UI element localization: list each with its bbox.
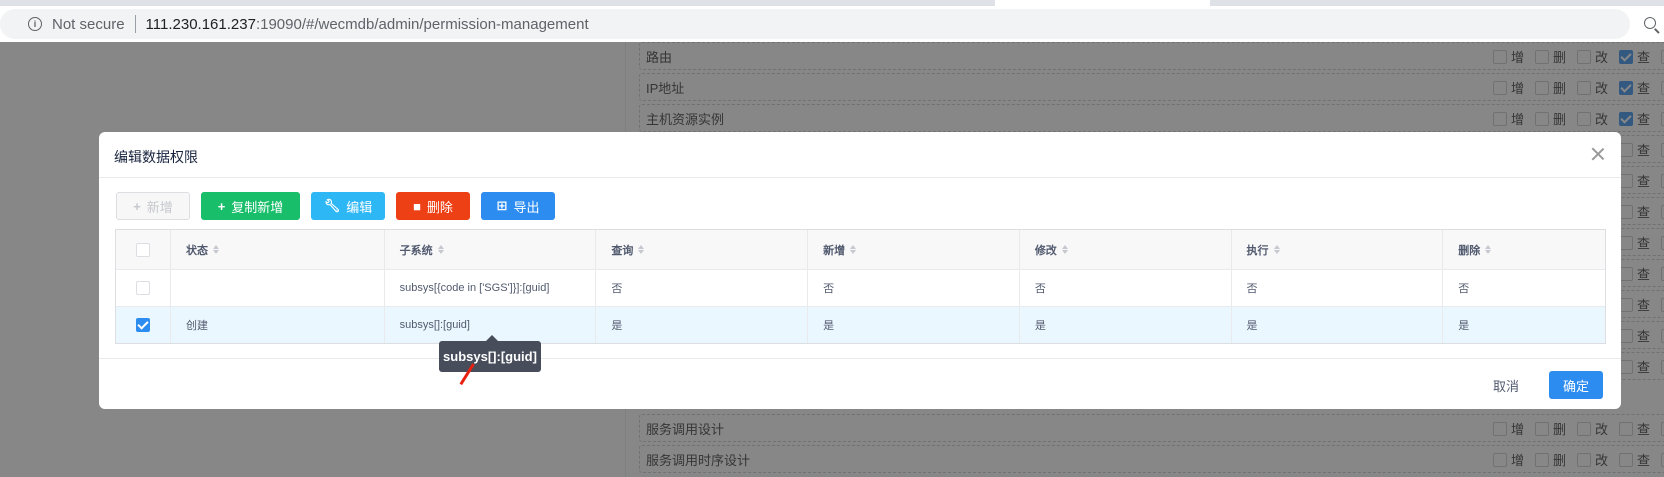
url-path: :19090/#/wecmdb/admin/permission-managem… [255, 15, 589, 33]
info-icon[interactable]: i [28, 17, 42, 31]
edit-button[interactable]: 🔧︎ 编辑 [311, 192, 385, 220]
column-label: 状态 [185, 244, 208, 257]
add-cell: 是 [808, 307, 1020, 343]
add-button[interactable]: + 新增 [116, 192, 190, 220]
plus-icon: + [217, 198, 226, 214]
column-header-query[interactable]: 查询 [596, 230, 809, 269]
row-select-cell [116, 307, 171, 343]
column-header-delete[interactable]: 删除 [1443, 230, 1605, 269]
sort-icon[interactable] [1061, 245, 1068, 254]
security-label: Not secure [52, 15, 125, 33]
modify-cell: 是 [1020, 307, 1232, 343]
modal-title: 编辑数据权限 [114, 149, 198, 165]
column-label: 删除 [1458, 244, 1481, 257]
column-label: 子系统 [399, 244, 433, 257]
export-icon: ⊞ [496, 198, 508, 213]
modal-header: 编辑数据权限 [99, 132, 1621, 178]
modify-cell: 否 [1020, 270, 1232, 306]
column-label: 执行 [1246, 244, 1269, 257]
sort-icon[interactable] [638, 245, 645, 254]
select-all-checkbox[interactable] [136, 242, 150, 257]
query-cell: 是 [596, 307, 809, 343]
delete-cell: 否 [1458, 283, 1470, 295]
copy-add-button-label: 复制新增 [231, 199, 284, 215]
subsystem-tooltip: subsys[]:[guid] [439, 335, 541, 372]
search-icon[interactable] [1644, 17, 1656, 29]
trash-icon: ■ [413, 198, 421, 214]
column-label: 修改 [1034, 244, 1057, 257]
row-checkbox[interactable] [136, 318, 150, 332]
table-header: 状态 子系统 查询 新增 修改 执行 删除 [116, 230, 1605, 270]
sort-icon[interactable] [1485, 245, 1492, 254]
edit-data-permission-modal: 编辑数据权限 + 新增 + 复制新增 🔧︎ 编辑 ■ 删除 ⊞ 导出 状态 子系… [99, 132, 1621, 409]
row-checkbox[interactable] [136, 281, 150, 295]
column-label: 查询 [611, 244, 634, 257]
table-row[interactable]: subsys[{code in ['SGS']}]:[guid] 否 否 否 否… [116, 270, 1605, 307]
url-separator [134, 15, 136, 33]
column-header-modify[interactable]: 修改 [1020, 230, 1232, 269]
edit-button-label: 编辑 [346, 199, 373, 215]
copy-add-button[interactable]: + 复制新增 [201, 192, 300, 220]
execute-cell: 是 [1232, 307, 1444, 343]
delete-cell: 是 [1458, 320, 1470, 332]
status-cell: 创建 [171, 307, 385, 343]
sort-icon[interactable] [850, 245, 857, 254]
column-header-status[interactable]: 状态 [171, 230, 385, 269]
execute-cell: 否 [1232, 270, 1444, 306]
add-cell: 否 [808, 270, 1020, 306]
export-button-label: 导出 [513, 199, 540, 215]
plus-icon: + [133, 198, 141, 214]
column-header-subsystem[interactable]: 子系统 [385, 230, 597, 269]
sort-icon[interactable] [1273, 245, 1280, 254]
address-bar: i Not secure 111.230.161.237:19090/#/wec… [0, 6, 1664, 42]
wrench-icon: 🔧︎ [323, 198, 341, 213]
column-header-add[interactable]: 新增 [808, 230, 1020, 269]
sort-icon[interactable] [212, 245, 219, 254]
subsystem-cell: subsys[{code in ['SGS']}]:[guid] [385, 270, 597, 306]
export-button[interactable]: ⊞ 导出 [481, 192, 555, 220]
permission-table: 状态 子系统 查询 新增 修改 执行 删除 subsys[{code in ['… [115, 229, 1606, 344]
select-all-cell [116, 230, 171, 269]
close-icon[interactable] [1590, 146, 1606, 162]
row-select-cell [116, 270, 171, 306]
query-cell: 否 [596, 270, 809, 306]
add-button-label: 新增 [146, 199, 173, 215]
delete-button[interactable]: ■ 删除 [396, 192, 470, 220]
column-label: 新增 [823, 244, 846, 257]
confirm-button[interactable]: 确定 [1549, 371, 1603, 399]
url-host: 111.230.161.237 [145, 15, 256, 33]
table-row[interactable]: 创建 subsys[]:[guid] 是 是 是 是 是 [116, 307, 1605, 343]
column-header-execute[interactable]: 执行 [1232, 230, 1444, 269]
status-cell [171, 270, 385, 306]
delete-button-label: 删除 [426, 199, 453, 215]
modal-footer: 取消 确定 [99, 358, 1621, 410]
cancel-button[interactable]: 取消 [1481, 371, 1531, 399]
url-omnibox[interactable]: i Not secure 111.230.161.237:19090/#/wec… [0, 9, 1630, 39]
sort-icon[interactable] [437, 245, 444, 254]
toolbar: + 新增 + 复制新增 🔧︎ 编辑 ■ 删除 ⊞ 导出 [116, 192, 566, 220]
